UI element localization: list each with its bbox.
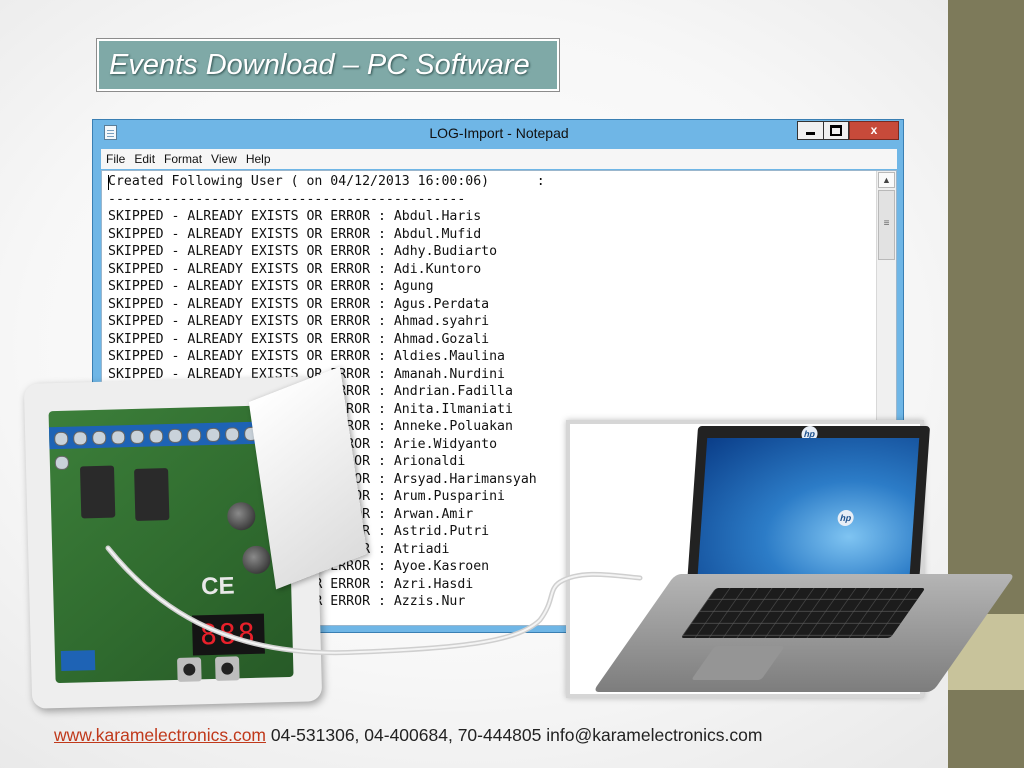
capacitor-component — [242, 545, 271, 575]
log-line: SKIPPED - ALREADY EXISTS OR ERROR : Agus… — [108, 296, 490, 312]
log-line: SKIPPED - ALREADY EXISTS OR ERROR : Ahma… — [108, 314, 490, 329]
minimize-button[interactable] — [797, 121, 823, 140]
laptop-keyboard — [680, 588, 926, 638]
minimize-icon — [806, 132, 815, 135]
slide-title: Events Download – PC Software — [96, 38, 560, 92]
log-line: ----------------------------------------… — [108, 191, 466, 207]
log-line: SKIPPED - ALREADY EXISTS OR ERROR : Abdu… — [108, 226, 482, 242]
laptop-touchpad — [691, 646, 785, 680]
hp-logo-icon: hp — [837, 510, 855, 526]
notepad-titlebar[interactable]: LOG-Import - Notepad x — [93, 120, 903, 147]
relay-component — [79, 465, 116, 519]
contact-details: 04-531306, 04-400684, 70-444805 info@kar… — [266, 725, 763, 745]
ce-mark: CE — [200, 572, 235, 601]
log-line: SKIPPED - ALREADY EXISTS OR ERROR : Ahma… — [108, 331, 490, 347]
menu-file[interactable]: File — [106, 149, 125, 169]
scroll-up-button[interactable]: ▲ — [878, 172, 895, 188]
maximize-button[interactable] — [823, 121, 849, 140]
maximize-icon — [830, 125, 842, 136]
scroll-thumb[interactable]: ≡ — [878, 190, 895, 260]
menu-help[interactable]: Help — [246, 149, 271, 169]
device-push-button — [215, 656, 240, 681]
log-line: SKIPPED - ALREADY EXISTS OR ERROR : Aldi… — [108, 349, 505, 364]
close-button[interactable]: x — [849, 121, 899, 140]
footer-contact: www.karamelectronics.com 04-531306, 04-4… — [54, 725, 934, 746]
seven-segment-display: 888 — [191, 613, 265, 656]
website-link[interactable]: www.karamelectronics.com — [54, 725, 266, 745]
log-line: SKIPPED - ALREADY EXISTS OR ERROR : Adi.… — [108, 261, 482, 277]
laptop-photo: hp hp — [566, 420, 1016, 698]
menu-view[interactable]: View — [211, 149, 237, 169]
notepad-title: LOG-Import - Notepad — [429, 125, 569, 141]
log-line: SKIPPED - ALREADY EXISTS OR ERROR : Adhy… — [108, 244, 498, 259]
menu-edit[interactable]: Edit — [134, 149, 155, 169]
log-line: SKIPPED - ALREADY EXISTS OR ERROR : Abdu… — [108, 209, 482, 224]
log-line: SKIPPED - ALREADY EXISTS OR ERROR : Agun… — [108, 279, 434, 294]
capacitor-component — [226, 501, 256, 531]
text-cursor — [108, 175, 109, 190]
menu-format[interactable]: Format — [164, 149, 202, 169]
close-icon: x — [870, 123, 878, 137]
notepad-menubar: File Edit Format View Help — [101, 149, 897, 169]
device-push-button — [177, 657, 202, 682]
terminal-block-small — [60, 650, 96, 671]
relay-component — [134, 468, 170, 521]
laptop-screen: hp — [696, 438, 920, 590]
log-line: Created Following User ( on 04/12/2013 1… — [108, 174, 545, 189]
